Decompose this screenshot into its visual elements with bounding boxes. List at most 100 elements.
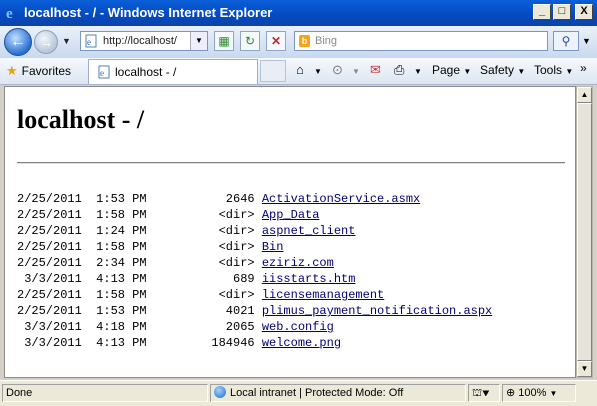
row-time: 1:58 PM: [96, 240, 147, 254]
row-size: 2646: [225, 192, 255, 206]
zoom-control[interactable]: ⊕ 100% ▼: [502, 384, 576, 402]
row-size: <dir>: [218, 256, 255, 270]
mail-icon[interactable]: ✉: [370, 62, 381, 78]
row-size: 2065: [225, 320, 255, 334]
search-button[interactable]: ⚲: [553, 31, 579, 51]
file-link[interactable]: aspnet_client: [262, 224, 356, 238]
row-date: 3/3/2011: [24, 320, 82, 334]
row-size: <dir>: [218, 288, 255, 302]
row-date: 2/25/2011: [17, 192, 82, 206]
row-date: 2/25/2011: [17, 256, 82, 270]
file-link[interactable]: ActivationService.asmx: [262, 192, 420, 206]
address-dropdown-icon[interactable]: ▼: [190, 32, 207, 50]
row-size: 689: [233, 272, 255, 286]
row-date: 2/25/2011: [17, 288, 82, 302]
feeds-dropdown-icon[interactable]: ▼: [352, 67, 360, 76]
globe-icon: [214, 386, 226, 398]
compatibility-view-button[interactable]: ▦: [214, 31, 234, 51]
maximize-button[interactable]: □: [553, 4, 571, 20]
table-row: 2/25/2011 1:58 PM <dir> Bin: [17, 239, 492, 255]
chevron-right-icon[interactable]: »: [580, 61, 587, 75]
safety-menu-label: Safety: [480, 63, 515, 77]
close-button[interactable]: X: [575, 4, 593, 20]
search-options-dropdown[interactable]: ▼: [582, 36, 591, 46]
directory-listing: 2/25/2011 1:53 PM 2646 ActivationService.a…: [17, 191, 492, 351]
new-tab-button[interactable]: [260, 60, 286, 82]
command-bar: ★ Favorites e localhost - / ⌂ ▼ ⊙ ▼ ✉ ⎙ ▼…: [0, 58, 597, 85]
svg-text:e: e: [6, 6, 13, 20]
shield-icon: ⛫▾: [472, 387, 490, 399]
tools-menu-dropdown-icon: ▼: [565, 67, 574, 76]
row-date: 2/25/2011: [17, 208, 82, 222]
search-icon: ⚲: [561, 34, 571, 48]
file-link[interactable]: iisstarts.htm: [262, 272, 356, 286]
navigation-bar: ← → ▼ e http://localhost/ ▼ ▦ ↻ ✕ b Bing…: [0, 26, 597, 58]
row-date: 2/25/2011: [17, 304, 82, 318]
back-button[interactable]: ←: [4, 28, 32, 56]
tools-menu-label: Tools: [534, 63, 563, 77]
row-time: 2:34 PM: [96, 256, 147, 270]
table-row: 2/25/2011 1:53 PM 4021 plimus_payment_noti…: [17, 303, 492, 319]
page-menu[interactable]: Page ▼: [432, 63, 471, 77]
refresh-button[interactable]: ↻: [240, 31, 260, 51]
page-menu-label: Page: [432, 63, 461, 77]
tools-menu[interactable]: Tools ▼: [534, 63, 573, 77]
page-title: localhost - /: [17, 105, 145, 134]
page-menu-dropdown-icon: ▼: [463, 67, 472, 76]
forward-button[interactable]: →: [34, 30, 58, 54]
bing-icon: b: [299, 35, 310, 47]
stop-button[interactable]: ✕: [266, 31, 286, 51]
print-icon[interactable]: ⎙: [394, 62, 404, 78]
tab-page-icon: e: [98, 65, 110, 79]
minimize-button[interactable]: _: [533, 4, 551, 20]
vertical-scrollbar[interactable]: ▲ ▼: [576, 86, 593, 378]
row-time: 1:53 PM: [96, 304, 147, 318]
safety-menu[interactable]: Safety ▼: [480, 63, 525, 77]
table-row: 2/25/2011 2:34 PM <dir> eziriz.com: [17, 255, 492, 271]
table-row: 2/25/2011 1:24 PM <dir> aspnet_client: [17, 223, 492, 239]
forward-arrow-icon: →: [39, 34, 53, 50]
file-link[interactable]: eziriz.com: [262, 256, 334, 270]
window-title: localhost - / - Windows Internet Explore…: [24, 5, 273, 20]
feeds-icon[interactable]: ⊙: [332, 62, 343, 78]
scroll-thumb[interactable]: [577, 103, 592, 361]
row-time: 1:53 PM: [96, 192, 147, 206]
row-time: 4:18 PM: [96, 320, 147, 334]
search-box[interactable]: b Bing: [294, 31, 548, 51]
row-date: 3/3/2011: [24, 336, 82, 350]
row-size: 4021: [225, 304, 255, 318]
file-link[interactable]: licensemanagement: [262, 288, 384, 302]
address-text[interactable]: http://localhost/: [103, 35, 177, 47]
row-time: 1:58 PM: [96, 208, 147, 222]
favorites-button[interactable]: ★ Favorites: [6, 63, 71, 79]
scroll-down-icon[interactable]: ▼: [577, 361, 592, 377]
row-size: <dir>: [218, 208, 255, 222]
home-icon[interactable]: ⌂: [296, 62, 304, 77]
tab-localhost[interactable]: e localhost - /: [88, 59, 258, 84]
status-text: Done: [2, 384, 208, 402]
ie-logo-icon: e: [6, 6, 13, 20]
file-link[interactable]: web.config: [262, 320, 334, 334]
row-size: <dir>: [218, 224, 255, 238]
file-link[interactable]: Bin: [262, 240, 284, 254]
zoom-level: 100%: [518, 387, 547, 399]
home-dropdown-icon[interactable]: ▼: [314, 67, 322, 76]
file-link[interactable]: welcome.png: [262, 336, 341, 350]
back-arrow-icon: ←: [10, 33, 26, 50]
status-bar: Done Local intranet | Protected Mode: Of…: [0, 380, 597, 406]
protected-mode-button[interactable]: ⛫▾: [468, 384, 500, 402]
recent-pages-dropdown[interactable]: ▼: [62, 36, 71, 46]
file-link[interactable]: App_Data: [262, 208, 320, 222]
row-date: 2/25/2011: [17, 240, 82, 254]
row-time: 4:13 PM: [96, 336, 147, 350]
row-date: 3/3/2011: [24, 272, 82, 286]
scroll-up-icon[interactable]: ▲: [577, 87, 592, 103]
print-dropdown-icon[interactable]: ▼: [414, 67, 422, 76]
security-zone[interactable]: Local intranet | Protected Mode: Off: [210, 384, 466, 402]
title-bar: e localhost - / - Windows Internet Explo…: [0, 0, 597, 26]
zoom-dropdown-icon: ▼: [549, 389, 558, 398]
search-placeholder[interactable]: Bing: [315, 35, 337, 47]
address-bar[interactable]: e http://localhost/ ▼: [80, 31, 208, 51]
refresh-icon: ↻: [244, 34, 256, 48]
file-link[interactable]: plimus_payment_notification.aspx: [262, 304, 492, 318]
